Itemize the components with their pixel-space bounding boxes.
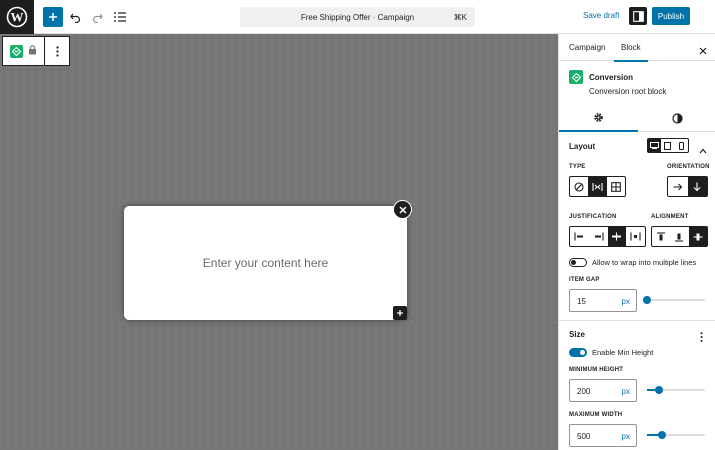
maximum-width-value: 500: [577, 432, 591, 441]
mobile-icon[interactable]: [675, 139, 688, 152]
tab-styles[interactable]: [638, 107, 715, 132]
gear-icon: [593, 110, 604, 128]
arrow-down-icon[interactable]: [687, 177, 707, 196]
min-height-toggle[interactable]: [569, 348, 587, 357]
alignment-label: ALIGNMENT: [651, 214, 689, 220]
tablet-icon[interactable]: [661, 139, 674, 152]
close-icon[interactable]: [393, 200, 412, 219]
settings-sidebar: Campaign Block Conversion Conversion roo…: [558, 34, 715, 450]
align-stretch-icon[interactable]: [688, 227, 707, 246]
minimum-height-value: 200: [577, 387, 591, 396]
minimum-height-label: MINIMUM HEIGHT: [569, 367, 624, 373]
sidebar-tabs: Campaign Block: [559, 34, 715, 62]
flex-layout-icon[interactable]: [588, 177, 607, 196]
alignment-group: [651, 226, 708, 247]
save-draft-button[interactable]: Save draft: [583, 11, 619, 20]
undo-icon[interactable]: [65, 7, 85, 27]
block-description: Conversion root block: [589, 87, 667, 96]
wrap-toggle-label: Allow to wrap into multiple lines: [592, 258, 697, 267]
lock-icon[interactable]: [28, 42, 37, 60]
justify-center-icon[interactable]: [607, 227, 627, 246]
publish-button[interactable]: Publish: [652, 7, 690, 25]
justify-right-icon[interactable]: [589, 227, 608, 246]
device-switcher: [647, 138, 689, 153]
minimum-height-slider[interactable]: [647, 386, 705, 394]
tab-settings[interactable]: [559, 107, 638, 132]
add-block-button[interactable]: [43, 7, 63, 27]
item-gap-input[interactable]: 15 px: [569, 289, 637, 312]
maximum-width-label: MAXIMUM WIDTH: [569, 412, 623, 418]
maximum-width-unit[interactable]: px: [622, 432, 630, 441]
block-toolbar: [2, 36, 70, 66]
editor-canvas[interactable]: Enter your content here: [0, 34, 558, 450]
layout-type-group: [569, 176, 626, 197]
editor-top-bar: W Free Shipping Offer · Campaign ⌘K Save…: [0, 0, 715, 34]
minimum-height-input[interactable]: 200 px: [569, 379, 637, 402]
settings-sidebar-toggle[interactable]: [629, 7, 647, 25]
min-height-toggle-label: Enable Min Height: [592, 348, 654, 357]
justification-group: [569, 226, 646, 247]
popup-placeholder[interactable]: Enter your content here: [203, 256, 328, 270]
more-options-icon[interactable]: [45, 45, 69, 57]
item-gap-slider[interactable]: [643, 296, 705, 304]
popup-block[interactable]: Enter your content here: [124, 200, 412, 320]
block-name: Conversion: [589, 73, 634, 82]
justify-left-icon[interactable]: [570, 227, 589, 246]
align-bottom-icon[interactable]: [670, 227, 688, 246]
size-section-title[interactable]: Size: [569, 330, 585, 339]
layout-section-title[interactable]: Layout: [569, 142, 595, 151]
divider: [559, 320, 715, 321]
close-icon[interactable]: [699, 42, 707, 60]
more-options-icon[interactable]: [700, 329, 703, 347]
chevron-up-icon[interactable]: [699, 141, 707, 159]
align-top-icon[interactable]: [652, 227, 670, 246]
maximum-width-slider[interactable]: [647, 431, 705, 439]
no-layout-icon[interactable]: [570, 177, 588, 196]
conversion-block-icon: [569, 70, 583, 84]
wordpress-logo-icon[interactable]: W: [0, 0, 34, 34]
svg-text:W: W: [11, 10, 24, 25]
document-overview-icon[interactable]: [110, 7, 130, 27]
command-shortcut: ⌘K: [453, 13, 467, 22]
arrow-right-icon[interactable]: [668, 177, 688, 196]
desktop-icon[interactable]: [648, 139, 662, 152]
redo-icon[interactable]: [87, 7, 107, 27]
conversion-block-icon[interactable]: [9, 44, 23, 58]
wrap-toggle[interactable]: [569, 258, 587, 267]
document-title: Free Shipping Offer · Campaign: [300, 12, 415, 22]
add-inner-block-button[interactable]: [393, 306, 407, 320]
item-gap-unit[interactable]: px: [622, 297, 630, 306]
block-inspector-tabs: [559, 107, 715, 132]
item-gap-label: ITEM GAP: [569, 277, 600, 283]
orientation-group: [667, 176, 708, 197]
justify-space-between-icon[interactable]: [626, 227, 645, 246]
minimum-height-unit[interactable]: px: [622, 387, 630, 396]
grid-layout-icon[interactable]: [607, 177, 625, 196]
document-title-bar[interactable]: Free Shipping Offer · Campaign ⌘K: [240, 7, 475, 27]
item-gap-value: 15: [577, 297, 586, 306]
tab-campaign[interactable]: Campaign: [569, 43, 605, 52]
type-label: TYPE: [569, 164, 586, 170]
orientation-label: ORIENTATION: [667, 164, 710, 170]
contrast-icon: [672, 111, 683, 129]
tab-block[interactable]: Block: [614, 43, 647, 62]
justification-label: JUSTIFICATION: [569, 214, 617, 220]
maximum-width-input[interactable]: 500 px: [569, 424, 637, 447]
